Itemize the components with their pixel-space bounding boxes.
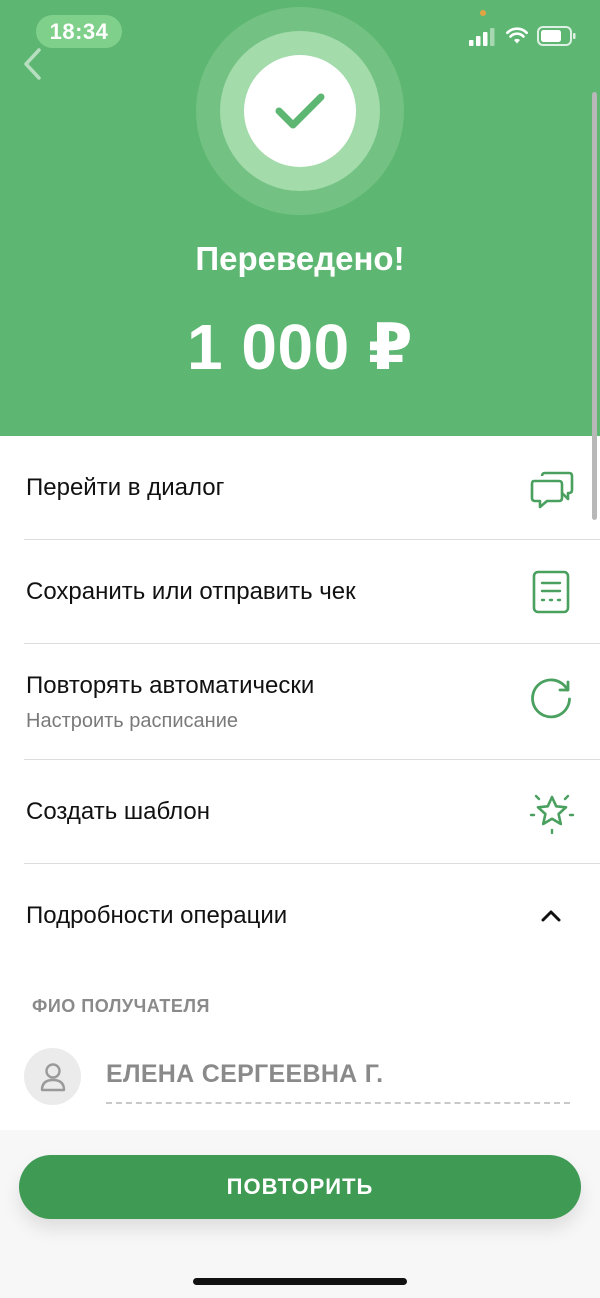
user-icon [40,1062,65,1091]
action-save-receipt[interactable]: Сохранить или отправить чек [0,540,600,643]
star-icon [529,794,575,835]
action-label: Сохранить или отправить чек [26,578,356,605]
action-label: Повторять автоматически [26,672,315,699]
battery-icon [537,26,576,46]
action-label: Создать шаблон [26,798,211,825]
recipient-underline [106,1102,570,1104]
privacy-indicator-dot [480,10,486,16]
home-indicator[interactable] [193,1278,407,1285]
status-time: 18:34 [36,15,122,48]
chevron-up-icon [541,910,561,922]
cellular-signal-icon [469,28,495,46]
success-header: Переведено! 1 000 ₽ [0,0,600,436]
wifi-icon [506,27,528,44]
action-repeat-automatically[interactable]: Повторять автоматически Настроить распис… [0,644,600,760]
success-check-circle [244,55,356,167]
repeat-button[interactable]: ПОВТОРИТЬ [19,1155,581,1219]
transfer-amount: 1 000 ₽ [187,311,413,383]
action-sublabel: Настроить расписание [26,710,238,732]
back-chevron-icon[interactable] [18,46,46,82]
action-label: Перейти в диалог [26,474,225,501]
action-go-to-dialog[interactable]: Перейти в диалог [0,436,600,539]
recipient-label: ФИО ПОЛУЧАТЕЛЯ [32,996,210,1016]
chat-icon [530,471,574,509]
status-bar: 18:34 [0,0,600,64]
checkmark-icon [275,93,325,129]
operation-details-toggle[interactable]: Подробности операции [0,864,600,968]
avatar [24,1048,81,1105]
action-label: Подробности операции [26,902,288,929]
page-title: Переведено! [195,240,405,277]
action-create-template[interactable]: Создать шаблон [0,760,600,864]
refresh-icon [531,678,571,719]
receipt-icon [532,570,570,614]
recipient-name: ЕЛЕНА СЕРГЕЕВНА Г. [106,1060,384,1088]
